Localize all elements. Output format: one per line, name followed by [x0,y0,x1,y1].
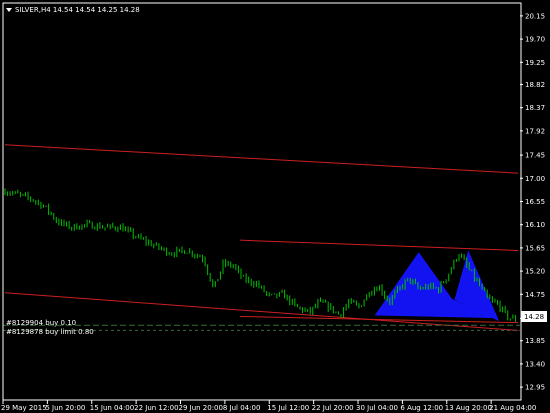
x-tick-label: 21 Aug 04:00 [489,404,536,412]
x-tick-label: 15 Jul 12:00 [267,404,309,412]
x-tick-label: 15 Jun 04:00 [90,404,134,412]
current-price-value: 14.28 [524,313,544,321]
y-tick-label: 14.75 [525,291,545,299]
y-tick-label: 18.82 [525,81,545,89]
y-tick-label: 18.37 [525,104,545,112]
y-tick-label: 17.00 [525,175,545,183]
x-tick-label: 8 Jul 04:00 [223,404,261,412]
header-ohlc: SILVER,H4 14.54 14.54 14.25 14.28 [15,6,140,14]
x-tick-label: 29 May 2015 [1,404,47,412]
x-tick-label: 6 Aug 12:00 [400,404,443,412]
current-price-tag: 14.28 [521,311,547,322]
y-tick-label: 15.20 [525,268,545,276]
chart-background [0,0,550,413]
x-tick-label: 22 Jun 12:00 [134,404,178,412]
y-tick-label: 17.92 [525,127,545,135]
y-tick-label: 16.55 [525,198,545,206]
y-tick-label: 13.40 [525,360,545,368]
y-tick-label: 13.85 [525,337,545,345]
y-tick-label: 19.25 [525,59,545,67]
chart-header[interactable]: SILVER,H4 14.54 14.54 14.25 14.28 [6,6,140,14]
x-tick-label: 29 Jun 20:00 [179,404,223,412]
x-tick-label: 13 Aug 20:00 [445,404,492,412]
x-tick-label: 22 Jul 20:00 [312,404,354,412]
y-tick-label: 12.95 [525,384,545,392]
y-tick-label: 20.15 [525,12,545,20]
y-tick-label: 17.45 [525,152,545,160]
x-tick-label: 30 Jul 04:00 [356,404,398,412]
order-label-buy: #8129904 buy 0.10 [6,319,76,327]
y-tick-label: 19.70 [525,36,545,44]
x-tick-label: 5 Jun 20:00 [45,404,85,412]
price-chart[interactable]: 20.15 19.70 19.25 18.82 18.37 17.92 17.45 17.00… [0,0,550,413]
y-tick-label: 16.10 [525,221,545,229]
order-label-buy-limit: #8129878 buy limit 0.80 [6,328,94,336]
y-tick-label: 15.65 [525,244,545,252]
